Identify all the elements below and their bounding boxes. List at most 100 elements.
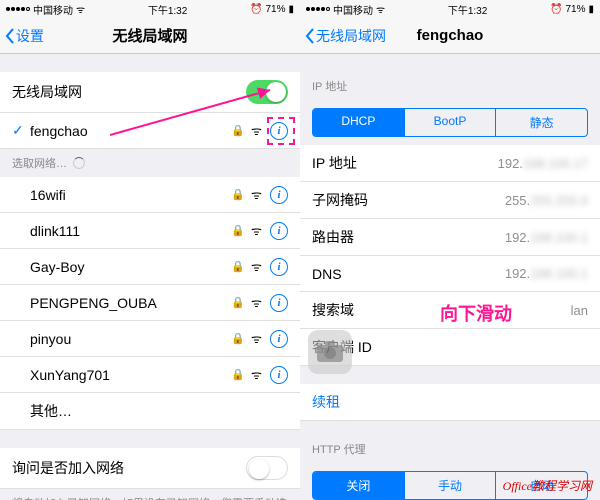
wifi-toggle[interactable] <box>246 80 288 104</box>
network-ssid: 16wifi <box>30 187 231 203</box>
back-button[interactable]: 无线局域网 <box>300 26 386 46</box>
seg-proxy-manual[interactable]: 手动 <box>405 472 497 499</box>
lock-icon: 🔒 <box>231 368 245 381</box>
seg-bootp[interactable]: BootP <box>405 109 497 136</box>
back-button[interactable]: 设置 <box>0 26 44 46</box>
row-label: DNS <box>312 266 505 282</box>
scroll-annotation: 向下滑动 <box>440 300 512 326</box>
camera-app-icon <box>308 330 352 374</box>
ask-join-row: 询问是否加入网络 <box>0 448 300 489</box>
row-value: 192.168.100.1 <box>505 230 588 245</box>
wifi-status-icon: ᯤ <box>76 2 85 16</box>
time-label: 下午1:32 <box>148 2 187 17</box>
network-row[interactable]: pinyou🔒 ᯤi <box>0 321 300 357</box>
nav-bar: 无线局域网 fengchao <box>300 18 600 54</box>
wifi-signal-icon: ᯤ <box>251 222 262 239</box>
checkmark-icon: ✓ <box>12 122 30 139</box>
carrier-label: 中国移动 <box>33 2 73 17</box>
lock-icon: 🔒 <box>231 188 245 201</box>
ip-address-row: IP 地址192.168.100.17 <box>300 145 600 182</box>
info-icon[interactable]: i <box>270 122 288 140</box>
ip-mode-segmented[interactable]: DHCP BootP 静态 <box>312 108 588 137</box>
chevron-left-icon <box>304 27 316 45</box>
row-value: 192.168.100.1 <box>505 266 588 281</box>
renew-lease-row[interactable]: 续租 <box>300 384 600 421</box>
network-row[interactable]: dlink111🔒 ᯤi <box>0 213 300 249</box>
chevron-left-icon <box>4 27 16 45</box>
row-value: lan <box>571 303 588 318</box>
lock-icon: 🔒 <box>231 124 245 137</box>
signal-dots-icon <box>306 7 330 11</box>
ip-section-header: IP 地址 <box>300 72 600 100</box>
status-bar: 中国移动 ᯤ 下午1:32 ⏰ 71% ▮ <box>0 0 300 18</box>
spinner-icon <box>73 157 85 169</box>
other-network-row[interactable]: 其他… <box>0 393 300 430</box>
wifi-toggle-row: 无线局域网 <box>0 72 300 113</box>
info-icon[interactable]: i <box>270 258 288 276</box>
row-label: IP 地址 <box>312 153 498 173</box>
ask-join-label: 询问是否加入网络 <box>12 458 246 478</box>
seg-static[interactable]: 静态 <box>496 109 587 136</box>
network-row[interactable]: Gay-Boy🔒 ᯤi <box>0 249 300 285</box>
wifi-signal-icon: ᯤ <box>251 330 262 347</box>
select-network-header: 选取网络… <box>0 149 300 177</box>
network-ssid: pinyou <box>30 331 231 347</box>
subnet-row: 子网掩码255.255.255.0 <box>300 182 600 219</box>
alarm-icon: ⏰ <box>550 4 562 15</box>
network-row[interactable]: 16wifi🔒ᯤi <box>0 177 300 213</box>
info-icon[interactable]: i <box>270 222 288 240</box>
network-ssid: PENGPENG_OUBA <box>30 295 231 311</box>
connected-ssid: fengchao <box>30 123 231 139</box>
battery-label: 71% <box>265 4 285 15</box>
connected-network-row[interactable]: ✓ fengchao 🔒 ᯤ i <box>0 113 300 149</box>
network-ssid: Gay-Boy <box>30 259 231 275</box>
lock-icon: 🔒 <box>231 224 245 237</box>
back-label: 无线局域网 <box>316 26 386 46</box>
row-label: 路由器 <box>312 227 505 247</box>
network-ssid: dlink111 <box>30 223 231 239</box>
screen-wifi-detail: 中国移动 ᯤ 下午1:32 ⏰ 71% ▮ 无线局域网 fengchao IP … <box>300 0 600 500</box>
ask-join-toggle[interactable] <box>246 456 288 480</box>
select-network-label: 选取网络… <box>12 155 67 171</box>
network-row[interactable]: PENGPENG_OUBA🔒 ᯤi <box>0 285 300 321</box>
nav-bar: 设置 无线局域网 <box>0 18 300 54</box>
wifi-signal-icon: ᯤ <box>251 294 262 311</box>
alarm-icon: ⏰ <box>250 4 262 15</box>
wifi-signal-icon: ᯤ <box>251 258 262 275</box>
info-icon[interactable]: i <box>270 330 288 348</box>
network-ssid: XunYang701 <box>30 367 231 383</box>
http-proxy-header: HTTP 代理 <box>300 435 600 463</box>
seg-dhcp[interactable]: DHCP <box>313 109 405 136</box>
wifi-signal-icon: ᯤ <box>251 122 262 139</box>
info-icon[interactable]: i <box>270 366 288 384</box>
battery-icon: ▮ <box>288 4 294 15</box>
page-title: 无线局域网 <box>112 25 187 46</box>
network-row[interactable]: XunYang701🔒ᯤi <box>0 357 300 393</box>
seg-proxy-off[interactable]: 关闭 <box>313 472 405 499</box>
screen-wifi-list: 中国移动 ᯤ 下午1:32 ⏰ 71% ▮ 设置 无线局域网 无线局域网 ✓ f… <box>0 0 300 500</box>
lock-icon: 🔒 <box>231 332 245 345</box>
renew-lease-label: 续租 <box>312 392 588 412</box>
wifi-toggle-label: 无线局域网 <box>12 82 246 102</box>
signal-dots-icon <box>6 7 30 11</box>
row-label: 子网掩码 <box>312 190 505 210</box>
carrier-label: 中国移动 <box>333 2 373 17</box>
time-label: 下午1:32 <box>448 2 487 17</box>
dns-row[interactable]: DNS192.168.100.1 <box>300 256 600 292</box>
watermark: Office教程学习网 <box>503 477 592 494</box>
other-label: 其他… <box>30 401 288 421</box>
lock-icon: 🔒 <box>231 296 245 309</box>
info-icon[interactable]: i <box>270 294 288 312</box>
lock-icon: 🔒 <box>231 260 245 273</box>
footer-hint: 将自动加入已知网络。如果没有已知网络，您需要手动选择。 <box>0 489 300 500</box>
router-row: 路由器192.168.100.1 <box>300 219 600 256</box>
info-icon[interactable]: i <box>270 186 288 204</box>
status-bar: 中国移动 ᯤ 下午1:32 ⏰ 71% ▮ <box>300 0 600 18</box>
row-value: 255.255.255.0 <box>505 193 588 208</box>
battery-icon: ▮ <box>588 4 594 15</box>
row-label: 客户端 ID <box>312 337 588 357</box>
back-label: 设置 <box>16 26 44 46</box>
wifi-status-icon: ᯤ <box>376 2 385 16</box>
battery-label: 71% <box>565 4 585 15</box>
row-value: 192.168.100.17 <box>498 156 588 171</box>
